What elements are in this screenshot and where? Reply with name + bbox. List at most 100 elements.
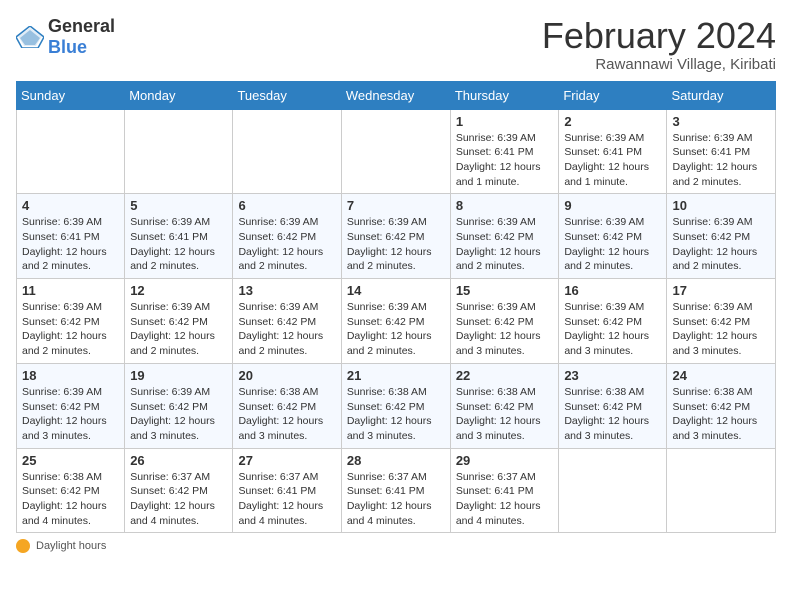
calendar-cell: 22 Sunrise: 6:38 AMSunset: 6:42 PMDayligh… [450, 363, 559, 448]
calendar-cell [233, 109, 341, 194]
weekday-header: Saturday [667, 81, 776, 109]
calendar-cell: 27 Sunrise: 6:37 AMSunset: 6:41 PMDayligh… [233, 448, 341, 533]
day-number: 12 [130, 283, 227, 298]
calendar-cell: 20 Sunrise: 6:38 AMSunset: 6:42 PMDayligh… [233, 363, 341, 448]
day-info: Sunrise: 6:38 AMSunset: 6:42 PMDaylight:… [456, 385, 554, 444]
day-info: Sunrise: 6:39 AMSunset: 6:41 PMDaylight:… [672, 131, 770, 190]
day-info: Sunrise: 6:39 AMSunset: 6:42 PMDaylight:… [22, 300, 119, 359]
calendar-cell: 12 Sunrise: 6:39 AMSunset: 6:42 PMDayligh… [125, 279, 233, 364]
day-number: 9 [564, 198, 661, 213]
calendar-cell: 4 Sunrise: 6:39 AMSunset: 6:41 PMDaylight… [17, 194, 125, 279]
day-number: 8 [456, 198, 554, 213]
day-info: Sunrise: 6:39 AMSunset: 6:41 PMDaylight:… [22, 215, 119, 274]
day-info: Sunrise: 6:39 AMSunset: 6:41 PMDaylight:… [130, 215, 227, 274]
footer: Daylight hours [16, 539, 776, 553]
day-info: Sunrise: 6:38 AMSunset: 6:42 PMDaylight:… [347, 385, 445, 444]
calendar-cell: 8 Sunrise: 6:39 AMSunset: 6:42 PMDaylight… [450, 194, 559, 279]
day-info: Sunrise: 6:39 AMSunset: 6:42 PMDaylight:… [564, 215, 661, 274]
day-number: 22 [456, 368, 554, 383]
calendar-cell: 21 Sunrise: 6:38 AMSunset: 6:42 PMDayligh… [341, 363, 450, 448]
calendar-header: SundayMondayTuesdayWednesdayThursdayFrid… [17, 81, 776, 109]
calendar-cell: 2 Sunrise: 6:39 AMSunset: 6:41 PMDaylight… [559, 109, 667, 194]
day-info: Sunrise: 6:39 AMSunset: 6:42 PMDaylight:… [22, 385, 119, 444]
day-number: 26 [130, 453, 227, 468]
day-info: Sunrise: 6:37 AMSunset: 6:41 PMDaylight:… [347, 470, 445, 529]
weekday-header: Friday [559, 81, 667, 109]
calendar-cell: 26 Sunrise: 6:37 AMSunset: 6:42 PMDayligh… [125, 448, 233, 533]
day-number: 15 [456, 283, 554, 298]
day-number: 14 [347, 283, 445, 298]
weekday-header: Thursday [450, 81, 559, 109]
logo: General Blue [16, 16, 115, 58]
calendar-cell: 15 Sunrise: 6:39 AMSunset: 6:42 PMDayligh… [450, 279, 559, 364]
day-number: 2 [564, 114, 661, 129]
weekday-header-row: SundayMondayTuesdayWednesdayThursdayFrid… [17, 81, 776, 109]
calendar-cell: 1 Sunrise: 6:39 AMSunset: 6:41 PMDaylight… [450, 109, 559, 194]
calendar-cell [17, 109, 125, 194]
page-header: General Blue February 2024 Rawannawi Vil… [16, 16, 776, 73]
calendar-cell: 3Sunrise: 6:39 AMSunset: 6:41 PMDaylight… [667, 109, 776, 194]
day-number: 1 [456, 114, 554, 129]
day-number: 21 [347, 368, 445, 383]
calendar-cell: 5 Sunrise: 6:39 AMSunset: 6:41 PMDaylight… [125, 194, 233, 279]
calendar-cell: 16 Sunrise: 6:39 AMSunset: 6:42 PMDayligh… [559, 279, 667, 364]
day-info: Sunrise: 6:39 AMSunset: 6:42 PMDaylight:… [672, 300, 770, 359]
calendar-cell: 18Sunrise: 6:39 AMSunset: 6:42 PMDayligh… [17, 363, 125, 448]
weekday-header: Monday [125, 81, 233, 109]
calendar-cell: 6 Sunrise: 6:39 AMSunset: 6:42 PMDaylight… [233, 194, 341, 279]
weekday-header: Wednesday [341, 81, 450, 109]
day-number: 23 [564, 368, 661, 383]
day-info: Sunrise: 6:37 AMSunset: 6:41 PMDaylight:… [456, 470, 554, 529]
day-info: Sunrise: 6:39 AMSunset: 6:42 PMDaylight:… [130, 300, 227, 359]
day-number: 10 [672, 198, 770, 213]
calendar-week-row: 18Sunrise: 6:39 AMSunset: 6:42 PMDayligh… [17, 363, 776, 448]
calendar-week-row: 1 Sunrise: 6:39 AMSunset: 6:41 PMDaylight… [17, 109, 776, 194]
day-info: Sunrise: 6:37 AMSunset: 6:42 PMDaylight:… [130, 470, 227, 529]
weekday-header: Sunday [17, 81, 125, 109]
day-number: 20 [238, 368, 335, 383]
day-number: 7 [347, 198, 445, 213]
day-number: 13 [238, 283, 335, 298]
calendar-body: 1 Sunrise: 6:39 AMSunset: 6:41 PMDaylight… [17, 109, 776, 533]
calendar-cell [559, 448, 667, 533]
day-number: 4 [22, 198, 119, 213]
day-info: Sunrise: 6:39 AMSunset: 6:42 PMDaylight:… [130, 385, 227, 444]
day-number: 24 [672, 368, 770, 383]
day-info: Sunrise: 6:39 AMSunset: 6:41 PMDaylight:… [564, 131, 661, 190]
day-info: Sunrise: 6:39 AMSunset: 6:42 PMDaylight:… [456, 300, 554, 359]
calendar-cell: 17Sunrise: 6:39 AMSunset: 6:42 PMDayligh… [667, 279, 776, 364]
day-number: 19 [130, 368, 227, 383]
title-area: February 2024 Rawannawi Village, Kiribat… [542, 16, 776, 73]
day-number: 6 [238, 198, 335, 213]
calendar-week-row: 11Sunrise: 6:39 AMSunset: 6:42 PMDayligh… [17, 279, 776, 364]
day-info: Sunrise: 6:39 AMSunset: 6:41 PMDaylight:… [456, 131, 554, 190]
day-number: 28 [347, 453, 445, 468]
calendar-cell: 29 Sunrise: 6:37 AMSunset: 6:41 PMDayligh… [450, 448, 559, 533]
day-info: Sunrise: 6:39 AMSunset: 6:42 PMDaylight:… [672, 215, 770, 274]
day-info: Sunrise: 6:39 AMSunset: 6:42 PMDaylight:… [456, 215, 554, 274]
day-info: Sunrise: 6:39 AMSunset: 6:42 PMDaylight:… [564, 300, 661, 359]
day-info: Sunrise: 6:38 AMSunset: 6:42 PMDaylight:… [564, 385, 661, 444]
day-info: Sunrise: 6:38 AMSunset: 6:42 PMDaylight:… [22, 470, 119, 529]
calendar-cell: 28 Sunrise: 6:37 AMSunset: 6:41 PMDayligh… [341, 448, 450, 533]
day-number: 27 [238, 453, 335, 468]
day-info: Sunrise: 6:38 AMSunset: 6:42 PMDaylight:… [238, 385, 335, 444]
logo-blue: Blue [48, 37, 87, 57]
calendar-cell: 23 Sunrise: 6:38 AMSunset: 6:42 PMDayligh… [559, 363, 667, 448]
calendar-week-row: 25 Sunrise: 6:38 AMSunset: 6:42 PMDayligh… [17, 448, 776, 533]
calendar-cell: 25 Sunrise: 6:38 AMSunset: 6:42 PMDayligh… [17, 448, 125, 533]
calendar-cell: 13Sunrise: 6:39 AMSunset: 6:42 PMDayligh… [233, 279, 341, 364]
day-info: Sunrise: 6:39 AMSunset: 6:42 PMDaylight:… [347, 300, 445, 359]
calendar-cell: 19 Sunrise: 6:39 AMSunset: 6:42 PMDayligh… [125, 363, 233, 448]
day-number: 5 [130, 198, 227, 213]
page-title: February 2024 [542, 16, 776, 56]
calendar-cell: 11Sunrise: 6:39 AMSunset: 6:42 PMDayligh… [17, 279, 125, 364]
day-info: Sunrise: 6:39 AMSunset: 6:42 PMDaylight:… [347, 215, 445, 274]
day-number: 25 [22, 453, 119, 468]
day-number: 29 [456, 453, 554, 468]
calendar-cell [125, 109, 233, 194]
day-info: Sunrise: 6:39 AMSunset: 6:42 PMDaylight:… [238, 215, 335, 274]
page-subtitle: Rawannawi Village, Kiribati [542, 56, 776, 73]
day-number: 16 [564, 283, 661, 298]
day-info: Sunrise: 6:37 AMSunset: 6:41 PMDaylight:… [238, 470, 335, 529]
